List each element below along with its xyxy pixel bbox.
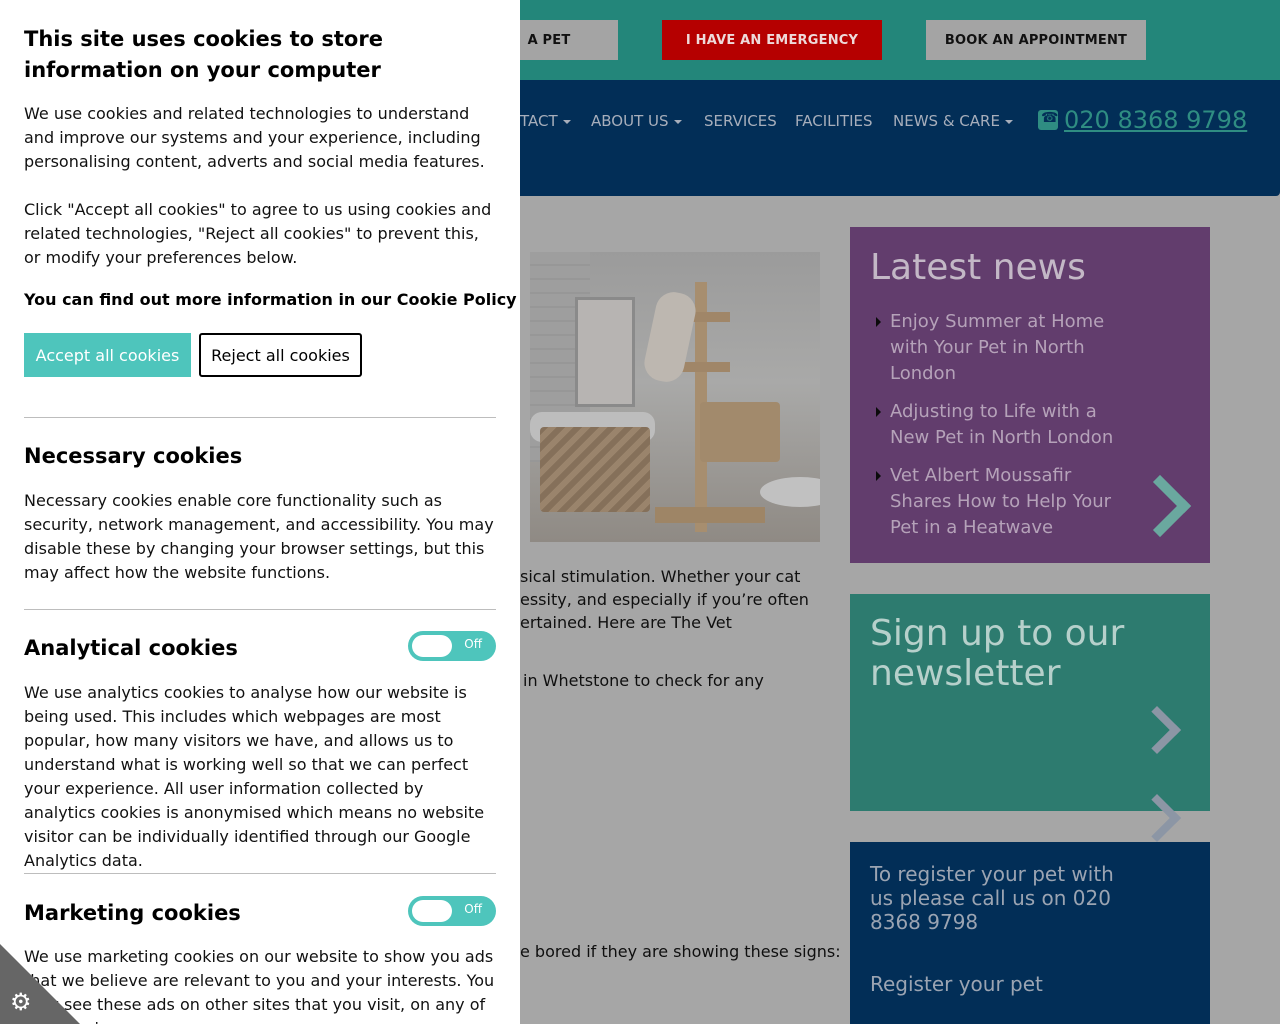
latest-news-title: Latest news [870,247,1086,288]
newsletter-signup-panel[interactable]: Sign up to our newsletter [850,594,1210,811]
cookie-intro-text: We use cookies and related technologies … [24,104,485,171]
toggle-knob [412,635,452,657]
phone-icon [1038,110,1058,130]
emergency-button[interactable]: I HAVE AN EMERGENCY [662,20,882,60]
news-item-link[interactable]: Vet Albert Moussafir Shares How to Help … [874,463,1114,541]
cookie-settings-button[interactable]: ⚙ [0,944,80,1024]
register-pet-link[interactable]: Register your pet [870,972,1043,996]
analytical-cookies-text: We use analytics cookies to analyse how … [24,683,485,870]
register-info-text[interactable]: To register your pet with us please call… [870,862,1140,934]
toggle-knob [412,900,452,922]
nav-contact[interactable]: TACT [520,112,571,130]
accept-all-cookies-button[interactable]: Accept all cookies [24,333,191,377]
register-panel: To register your pet with us please call… [850,842,1210,1024]
article-text-line: e bored if they are showing these signs: [520,942,841,961]
phone-link[interactable]: 020 8368 9798 [1038,106,1247,134]
news-item-link[interactable]: Adjusting to Life with a New Pet in Nort… [874,399,1114,451]
news-list: Enjoy Summer at Home with Your Pet in No… [874,309,1114,553]
marketing-cookies-toggle[interactable]: Off [408,896,496,926]
book-appointment-button[interactable]: BOOK AN APPOINTMENT [926,20,1146,60]
nav-facilities[interactable]: FACILITIES [795,112,873,130]
nav-news-care[interactable]: NEWS & CARE [893,112,1013,130]
news-item-link[interactable]: Enjoy Summer at Home with Your Pet in No… [874,309,1114,387]
analytical-cookies-title: Analytical cookies [24,636,238,660]
nav-contact-label: TACT [520,112,558,130]
divider [24,417,496,418]
cookie-policy-link[interactable]: You can find out more information in our… [24,290,520,309]
cookie-instructions-text: Click "Accept all cookies" to agree to u… [24,200,492,267]
article-text-line: essity, and especially if you’re often [520,590,809,609]
nav-services[interactable]: SERVICES [704,112,777,130]
article-text-line: in Whetstone to check for any [523,671,764,690]
cookie-policy-label: You can find out more information in our… [24,290,517,309]
toggle-state-label: Off [464,637,482,651]
caret-down-icon [562,119,571,124]
article-text-line: ertained. Here are The Vet [520,613,732,632]
caret-down-icon [1004,119,1013,124]
marketing-cookies-title: Marketing cookies [24,901,241,925]
gear-icon: ⚙ [10,988,32,1016]
analytical-cookies-toggle[interactable]: Off [408,631,496,661]
article-text-line: sical stimulation. Whether your cat [520,567,801,586]
caret-down-icon [673,119,682,124]
toggle-state-label: Off [464,902,482,916]
cookie-consent-panel: This site uses cookies to store informat… [0,0,520,1024]
nav-about-label: ABOUT US [591,112,669,130]
cat-tree-image [530,252,820,542]
necessary-cookies-text: Necessary cookies enable core functional… [24,491,494,582]
phone-number: 020 8368 9798 [1064,106,1248,134]
cookie-panel-title: This site uses cookies to store informat… [24,27,383,82]
reject-all-cookies-button[interactable]: Reject all cookies [199,333,362,377]
newsletter-title: Sign up to our newsletter [870,613,1125,694]
divider [24,609,496,610]
nav-about-us[interactable]: ABOUT US [591,112,682,130]
divider [24,873,496,874]
nav-news-label: NEWS & CARE [893,112,1000,130]
marketing-cookies-text: We use marketing cookies on our website … [24,947,495,1024]
necessary-cookies-title: Necessary cookies [24,444,243,468]
